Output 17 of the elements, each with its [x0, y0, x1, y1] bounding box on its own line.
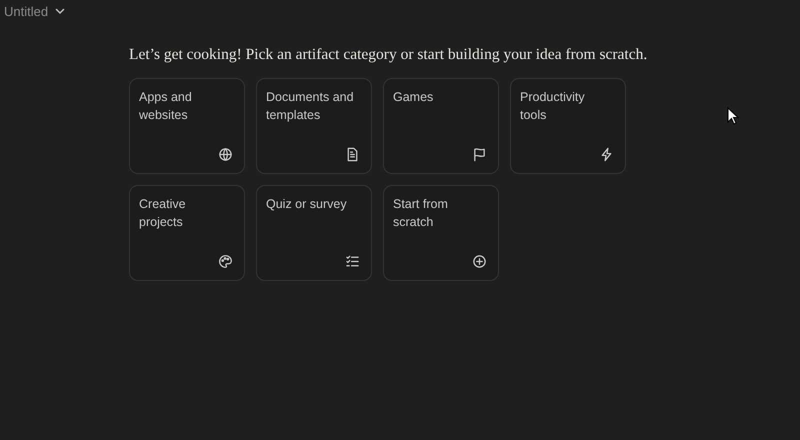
category-card[interactable]: Apps and websites [129, 78, 245, 174]
flag-icon [472, 147, 487, 162]
palette-icon [218, 254, 233, 269]
category-card[interactable]: Quiz or survey [256, 185, 372, 281]
document-icon [345, 147, 360, 162]
category-card[interactable]: Creative projects [129, 185, 245, 281]
lightning-icon [599, 147, 614, 162]
category-card[interactable]: Documents and templates [256, 78, 372, 174]
prompt-text: Let’s get cooking! Pick an artifact category or start building your idea from scratch. [129, 46, 648, 64]
document-title[interactable]: Untitled [4, 4, 48, 18]
category-card[interactable]: Productivity tools [510, 78, 626, 174]
plus-circle-icon [472, 254, 487, 269]
cursor-icon [727, 107, 739, 125]
globe-icon [218, 147, 233, 162]
category-card[interactable]: Games [383, 78, 499, 174]
category-card[interactable]: Start from scratch [383, 185, 499, 281]
checklist-icon [345, 254, 360, 269]
